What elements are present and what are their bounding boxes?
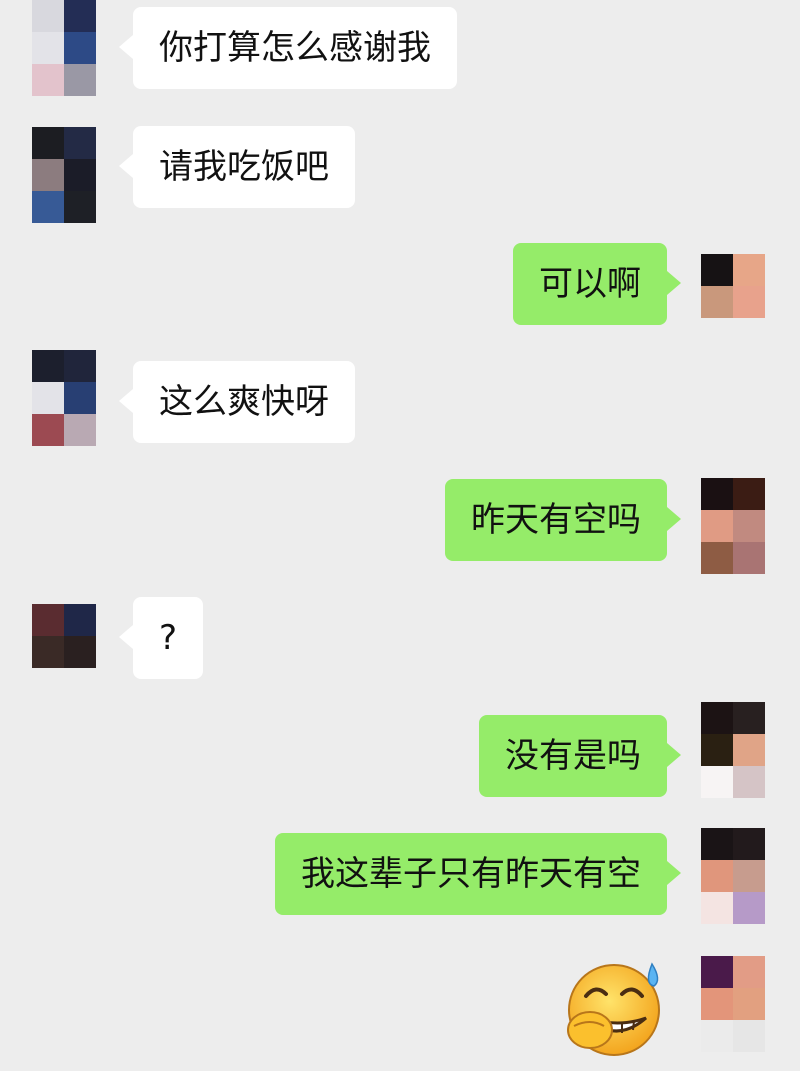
message-bubble-incoming[interactable]: 这么爽快呀 xyxy=(119,361,355,443)
avatar-me[interactable] xyxy=(701,478,765,574)
avatar-other[interactable] xyxy=(32,350,96,446)
avatar-other[interactable] xyxy=(32,127,96,223)
avatar-other[interactable] xyxy=(32,604,96,668)
avatar-other[interactable] xyxy=(32,0,96,96)
message-bubble-incoming[interactable]: ? xyxy=(118,597,204,679)
avatar-me[interactable] xyxy=(701,702,765,798)
message-bubble-outgoing[interactable]: 昨天有空吗 xyxy=(445,479,681,561)
message-bubble-incoming[interactable]: 请我吃饭吧 xyxy=(119,126,355,208)
message-bubble-outgoing[interactable]: 可以啊 xyxy=(513,243,681,325)
grinning-sweat-emoji-icon[interactable] xyxy=(560,958,668,1058)
avatar-me[interactable] xyxy=(701,254,765,318)
message-bubble-outgoing[interactable]: 没有是吗 xyxy=(479,715,681,797)
message-bubble-outgoing[interactable]: 我这辈子只有昨天有空 xyxy=(275,833,681,915)
message-bubble-incoming[interactable]: 你打算怎么感谢我 xyxy=(119,7,457,89)
avatar-me[interactable] xyxy=(701,828,765,924)
avatar-me[interactable] xyxy=(701,956,765,1052)
